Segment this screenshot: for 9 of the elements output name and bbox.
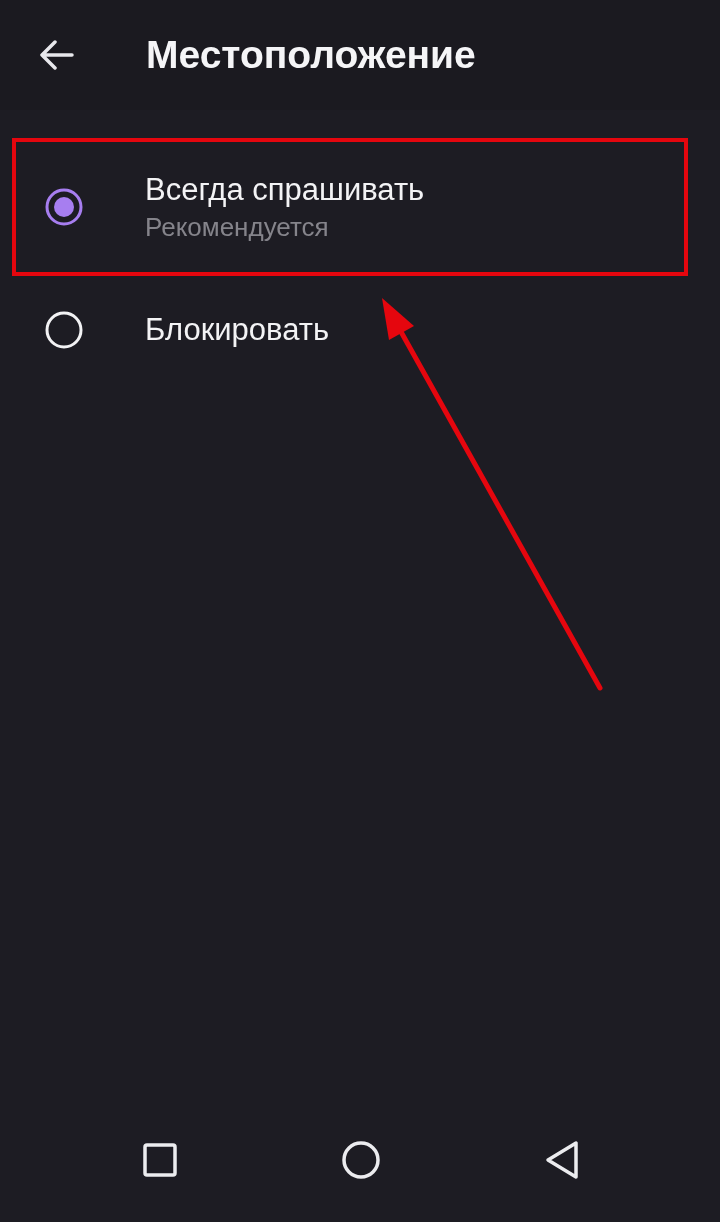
home-icon[interactable] — [341, 1140, 381, 1180]
option-summary: Рекомендуется — [145, 211, 330, 243]
back-icon[interactable] — [38, 40, 74, 70]
radio-button[interactable] — [44, 187, 84, 227]
option-label: Всегда спрашивать — [145, 171, 425, 208]
recents-icon[interactable] — [142, 1142, 178, 1178]
screen-title: Местоположение — [146, 33, 476, 77]
option-label: Блокировать — [145, 312, 330, 348]
back-icon[interactable] — [544, 1140, 580, 1180]
